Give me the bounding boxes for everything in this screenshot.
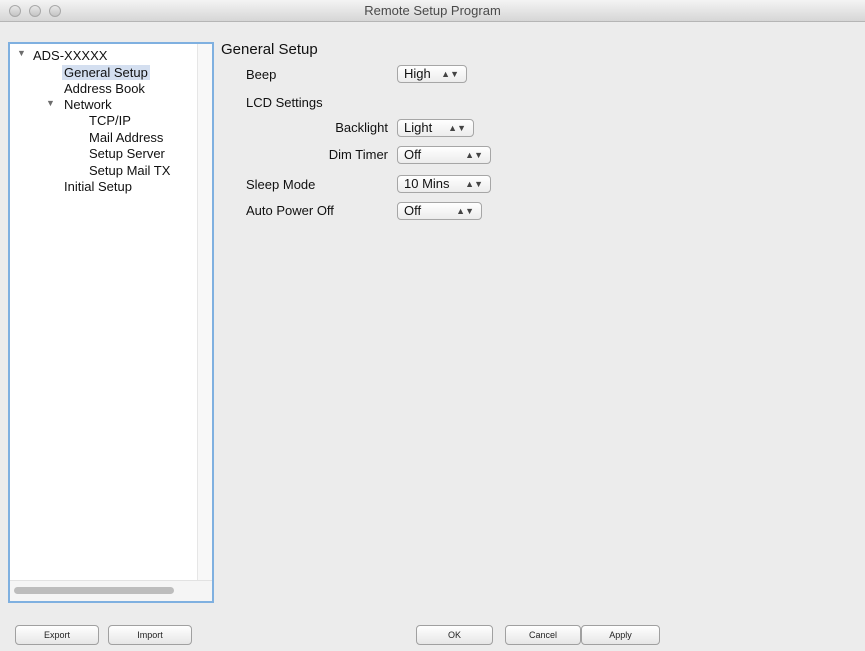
cancel-button[interactable]: Cancel [505,625,581,645]
beep-label: Beep [246,67,277,82]
up-down-arrows-icon: ▲▼ [448,123,466,133]
remote-setup-window: Remote Setup Program ▼ ADS-XXXXX General… [0,0,865,651]
up-down-arrows-icon: ▲▼ [465,179,483,189]
apply-button[interactable]: Apply [581,625,660,645]
tree-item-setup-mail-tx[interactable]: Setup Mail TX [89,163,170,178]
tree-item-general-setup[interactable]: General Setup [62,65,150,80]
tree-item-address-book[interactable]: Address Book [64,81,145,96]
window-title: Remote Setup Program [364,3,501,18]
tree-item-mail-address[interactable]: Mail Address [89,130,163,145]
dim-timer-value: Off [404,147,422,162]
auto-power-off-select[interactable]: Off ▲▼ [397,202,482,220]
disclosure-triangle-icon[interactable]: ▼ [46,98,55,108]
section-title: General Setup [221,41,318,58]
lcd-settings-label: LCD Settings [246,95,323,110]
export-button[interactable]: Export [15,625,99,645]
sleep-mode-value: 10 Mins [404,176,450,191]
up-down-arrows-icon: ▲▼ [441,69,459,79]
dim-timer-label: Dim Timer [328,147,388,162]
disclosure-triangle-icon[interactable]: ▼ [17,48,26,58]
beep-select[interactable]: High ▲▼ [397,65,467,83]
horizontal-scrollbar[interactable] [10,580,212,601]
auto-power-off-value: Off [404,203,422,218]
tree-item-tcp-ip[interactable]: TCP/IP [89,113,131,128]
tree-item-network[interactable]: Network [64,97,112,112]
up-down-arrows-icon: ▲▼ [456,206,474,216]
up-down-arrows-icon: ▲▼ [465,150,483,160]
dim-timer-select[interactable]: Off ▲▼ [397,146,491,164]
settings-tree[interactable]: ▼ ADS-XXXXX General Setup Address Book ▼… [8,42,214,603]
ok-button[interactable]: OK [416,625,493,645]
backlight-label: Backlight [335,120,388,135]
title-bar: Remote Setup Program [0,0,865,22]
tree-item-device[interactable]: ADS-XXXXX [33,48,107,63]
sleep-mode-select[interactable]: 10 Mins ▲▼ [397,175,491,193]
auto-power-off-label: Auto Power Off [246,203,334,218]
backlight-select[interactable]: Light ▲▼ [397,119,474,137]
tree-item-initial-setup[interactable]: Initial Setup [64,179,132,194]
backlight-value: Light [404,120,433,135]
tree-item-setup-server[interactable]: Setup Server [89,146,165,161]
beep-value: High [404,66,431,81]
scrollbar-thumb[interactable] [14,587,174,594]
sleep-mode-label: Sleep Mode [246,177,316,192]
vertical-scrollbar[interactable] [197,44,212,581]
import-button[interactable]: Import [108,625,192,645]
